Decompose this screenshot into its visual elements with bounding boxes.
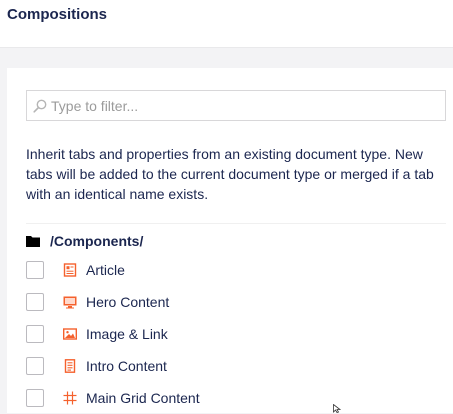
list-item[interactable]: Main Grid Content	[26, 382, 446, 414]
checkbox[interactable]	[26, 389, 44, 407]
checkbox[interactable]	[26, 357, 44, 375]
list-item[interactable]: Intro Content	[26, 350, 446, 382]
compositions-panel: Inherit tabs and properties from an exis…	[7, 68, 453, 413]
article-icon	[63, 263, 77, 277]
grid-icon	[63, 391, 77, 405]
dialog-header: Compositions	[0, 0, 453, 48]
list-item[interactable]: Image & Link	[26, 318, 446, 350]
list-item[interactable]: Hero Content	[26, 286, 446, 318]
checkbox[interactable]	[26, 261, 44, 279]
mouse-cursor-icon	[333, 404, 341, 413]
item-label: Hero Content	[86, 294, 170, 310]
picture-icon	[63, 328, 77, 340]
group-label: /Components/	[50, 233, 144, 249]
item-label: Article	[86, 262, 125, 278]
monitor-icon	[63, 296, 77, 309]
item-label: Image & Link	[86, 326, 168, 342]
description-text: Inherit tabs and properties from an exis…	[26, 146, 434, 202]
composition-list: Article Hero Content Image & Link Intro …	[26, 254, 446, 414]
page-title: Compositions	[7, 6, 107, 23]
divider	[26, 223, 446, 224]
checkbox[interactable]	[26, 293, 44, 311]
checkbox[interactable]	[26, 325, 44, 343]
item-label: Main Grid Content	[86, 390, 200, 406]
search-icon	[33, 99, 47, 113]
document-icon	[64, 359, 76, 373]
filter-box[interactable]	[26, 90, 446, 121]
filter-input[interactable]	[51, 91, 441, 120]
list-item[interactable]: Article	[26, 254, 446, 286]
folder-icon	[26, 236, 40, 247]
item-label: Intro Content	[86, 358, 167, 374]
group-header: /Components/	[26, 231, 143, 251]
